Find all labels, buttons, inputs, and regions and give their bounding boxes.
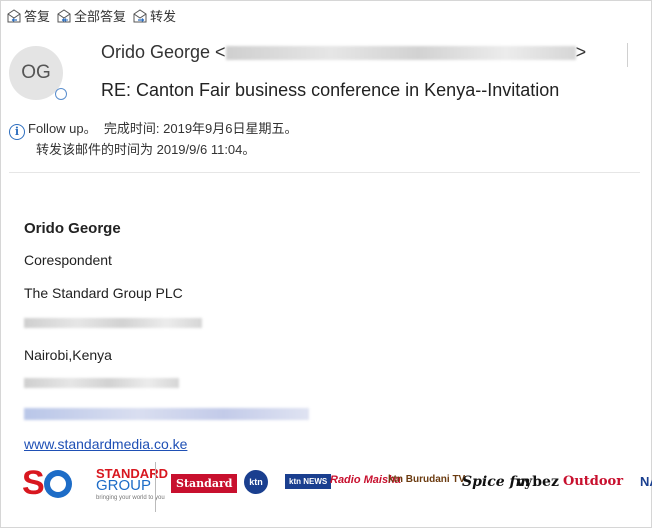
completed-label: 完成时间: <box>103 121 160 136</box>
reply-all-label: 全部答复 <box>74 9 127 24</box>
reply-all-icon <box>57 8 71 22</box>
redacted-email <box>225 46 576 61</box>
redacted-phone <box>24 378 179 388</box>
standard-group-wordmark: STANDARD GROUP bringing your world to yo… <box>96 467 168 504</box>
header-separator <box>9 172 640 173</box>
signature-company: The Standard Group PLC <box>24 285 183 301</box>
reply-icon <box>7 8 21 22</box>
reply-all-button[interactable]: 全部答复 <box>56 6 126 25</box>
sg-tagline: bringing your world to you <box>96 495 165 501</box>
ktn-news-logo: ktn NEWS <box>285 474 332 489</box>
redacted-email-link[interactable] <box>24 408 309 420</box>
website-link[interactable]: www.standardmedia.co.ke <box>24 436 187 452</box>
sender-email-close: > <box>575 42 587 62</box>
sender-name: Orido George < <box>101 42 226 62</box>
vybez-logo: vybez <box>516 474 559 490</box>
message-toolbar: 答复 全部答复 转发 <box>6 6 176 25</box>
redacted-address <box>24 318 202 328</box>
presence-status-icon <box>55 88 67 100</box>
completed-value: 2019年9月6日星期五。 <box>163 121 298 136</box>
forward-label: 转发 <box>150 9 177 24</box>
reply-label: 答复 <box>24 9 51 24</box>
signature-city: Nairobi,Kenya <box>24 347 112 363</box>
standard-logo: Standard <box>171 474 238 493</box>
na-logo-partial: NA <box>640 474 652 489</box>
forward-button[interactable]: 转发 <box>132 6 176 25</box>
ktn-logo: ktn <box>244 470 268 494</box>
logo-divider <box>155 462 156 512</box>
info-icon: i <box>9 124 25 140</box>
forwarded-info: 转发该邮件的时间为 2019/9/6 11:04。 <box>36 142 256 157</box>
reply-button[interactable]: 答复 <box>6 6 50 25</box>
outdoor-logo: Outdoor <box>563 474 624 489</box>
signature-name: Orido George <box>24 220 121 237</box>
header-divider <box>627 43 628 67</box>
brand-logos-banner: S STANDARD GROUP bringing your world to … <box>22 462 652 514</box>
ktn-burudani-logo: ktn Burudani TV <box>388 474 466 485</box>
signature-title: Corespondent <box>24 252 112 268</box>
standard-group-logo: S <box>22 464 72 503</box>
followup-info: i Follow up。 完成时间: 2019年9月6日星期五。 转发该邮件的时间… <box>9 119 298 159</box>
forward-icon <box>133 8 147 22</box>
sender-line[interactable]: Orido George < > <box>101 42 586 63</box>
message-subject: RE: Canton Fair business conference in K… <box>101 80 560 100</box>
avatar-initials: OG <box>21 62 51 83</box>
sg-line2: GROUP <box>96 477 152 494</box>
followup-flag-text: Follow up。 <box>28 121 97 136</box>
